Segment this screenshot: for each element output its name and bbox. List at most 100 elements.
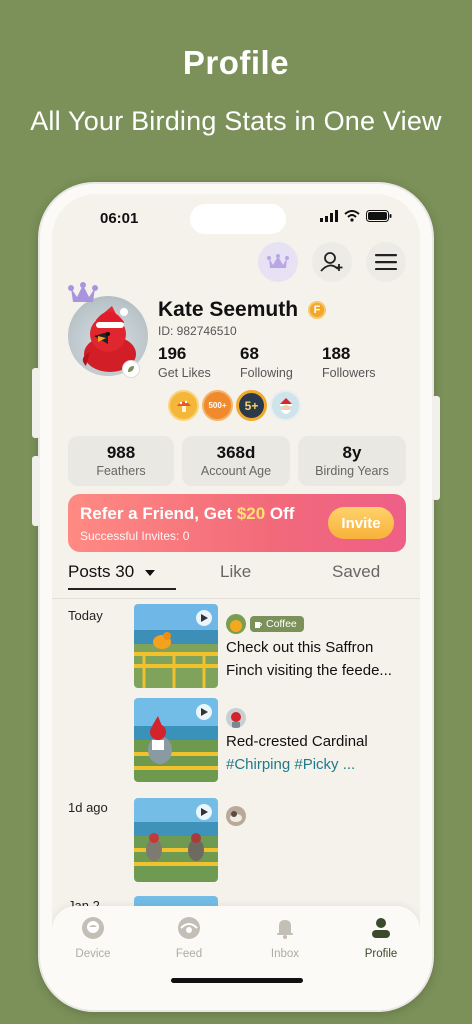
stat-label: Get Likes [158, 366, 211, 380]
play-icon [201, 808, 208, 816]
feed-icon [178, 917, 200, 939]
refer-title: Refer a Friend, Get $20 Off [80, 504, 294, 524]
device-icon [82, 917, 104, 939]
bell-icon [277, 920, 293, 939]
crown-icon [267, 254, 289, 268]
card-value: 988 [106, 443, 136, 462]
dynamic-island [190, 204, 286, 234]
tab-like[interactable]: Like [220, 562, 251, 582]
profile-tabs: Posts 30 Like Saved [68, 562, 406, 590]
play-icon [201, 708, 208, 716]
profile-icon [372, 918, 390, 938]
refer-subtitle: Successful Invites: 0 [80, 529, 190, 543]
menu-button[interactable] [366, 242, 406, 282]
mushroom-icon [176, 400, 191, 412]
volume-up-button [32, 368, 40, 438]
stat-label: Following [240, 366, 293, 380]
post-avatar[interactable] [226, 614, 246, 634]
post-line-2: Finch visiting the feede... [226, 662, 392, 679]
invite-button[interactable]: Invite [328, 507, 394, 539]
account-age-card[interactable]: 368d Account Age [182, 436, 290, 486]
tab-posts-label: Posts 30 [68, 562, 135, 581]
card-label: Account Age [200, 464, 272, 478]
play-icon [201, 614, 208, 622]
tabbar-inbox[interactable]: Inbox [250, 916, 320, 960]
leaf-icon [128, 366, 134, 372]
post-avatar[interactable] [226, 806, 246, 826]
tabbar-profile[interactable]: Profile [346, 916, 416, 960]
level-badge[interactable]: F [308, 301, 326, 319]
active-tab-underline [68, 588, 176, 590]
phone-screen: 06:01 Kate Seemuth F ID: 982746510 196 G… [52, 194, 420, 998]
card-value: 368d [216, 443, 256, 462]
feathers-card[interactable]: 988 Feathers [68, 436, 174, 486]
crown-icon [68, 282, 98, 302]
stat-following[interactable]: 68 Following [240, 344, 293, 380]
profile-name: Kate Seemuth [158, 298, 299, 321]
volume-down-button [32, 456, 40, 526]
add-user-button[interactable] [312, 242, 352, 282]
tabbar-device[interactable]: Device [58, 916, 128, 960]
post-thumbnail[interactable] [134, 798, 218, 882]
add-user-icon [320, 252, 343, 272]
post-line-1: Red-crested Cardinal [226, 733, 368, 750]
stat-value: 188 [322, 344, 351, 363]
refer-title-suffix: Off [265, 504, 295, 523]
home-indicator[interactable] [171, 978, 303, 983]
stat-likes[interactable]: 196 Get Likes [158, 344, 211, 380]
card-label: Feathers [96, 464, 146, 478]
refer-amount: $20 [236, 504, 266, 523]
card-label: Birding Years [315, 464, 389, 478]
stat-value: 196 [158, 344, 187, 363]
status-time: 06:01 [100, 210, 139, 227]
mushroom-badge[interactable] [168, 390, 199, 421]
hero-title: Profile [182, 44, 290, 81]
battery-icon [366, 210, 392, 222]
play-button[interactable] [196, 610, 212, 626]
post-thumbnail[interactable] [134, 698, 218, 782]
post-line-1: Check out this Saffron [226, 639, 374, 656]
post-text[interactable]: Red-crested Cardinal #Chirping #Picky ..… [226, 730, 408, 776]
wifi-icon [344, 210, 360, 222]
caret-down-icon [144, 569, 155, 576]
post-date: 1d ago [68, 800, 108, 815]
achievement-badges[interactable]: 500+ 5+ [168, 390, 301, 421]
card-value: 8y [342, 443, 362, 462]
user-id: ID: 982746510 [158, 324, 237, 338]
post-text[interactable]: Check out this Saffron Finch visiting th… [226, 636, 408, 682]
tabbar-feed[interactable]: Feed [154, 916, 224, 960]
play-button[interactable] [196, 804, 212, 820]
tab-saved[interactable]: Saved [332, 562, 380, 582]
cardinal-avatar-icon [231, 712, 241, 728]
tabbar-label: Profile [364, 948, 398, 960]
birding-years-card[interactable]: 8y Birding Years [298, 436, 406, 486]
refer-title-prefix: Refer a Friend, Get [80, 504, 237, 523]
coffee-tag-label: Coffee [266, 618, 297, 630]
power-button [432, 396, 440, 500]
tab-posts[interactable]: Posts 30 [68, 562, 155, 582]
menu-icon [375, 254, 397, 270]
premium-crown-button[interactable] [258, 242, 298, 282]
status-icons [320, 210, 392, 222]
post-avatar[interactable] [226, 708, 246, 728]
avatar-wrap[interactable] [66, 282, 150, 378]
coffee-tag[interactable]: Coffee [250, 616, 304, 632]
hero-subtitle: All Your Birding Stats in One View [30, 106, 442, 136]
post-hashtags[interactable]: #Chirping #Picky ... [226, 753, 408, 776]
tabbar-label: Inbox [270, 948, 300, 960]
refer-banner[interactable]: Refer a Friend, Get $20 Off Successful I… [68, 494, 406, 552]
finch-avatar-icon [230, 620, 242, 632]
santa-icon [279, 397, 292, 414]
play-button[interactable] [196, 704, 212, 720]
post-thumbnail[interactable] [134, 604, 218, 688]
tabbar-label: Feed [175, 948, 203, 960]
sparrow-avatar-icon [230, 811, 242, 822]
500-plus-badge[interactable]: 500+ [202, 390, 233, 421]
stat-followers[interactable]: 188 Followers [322, 344, 376, 380]
coffee-cup-icon [255, 621, 262, 628]
bottom-tab-bar: Device Feed Inbox Profile [52, 906, 420, 998]
santa-badge[interactable] [270, 390, 301, 421]
signal-icon [320, 210, 338, 222]
5-plus-badge[interactable]: 5+ [236, 390, 267, 421]
stat-label: Followers [322, 366, 376, 380]
